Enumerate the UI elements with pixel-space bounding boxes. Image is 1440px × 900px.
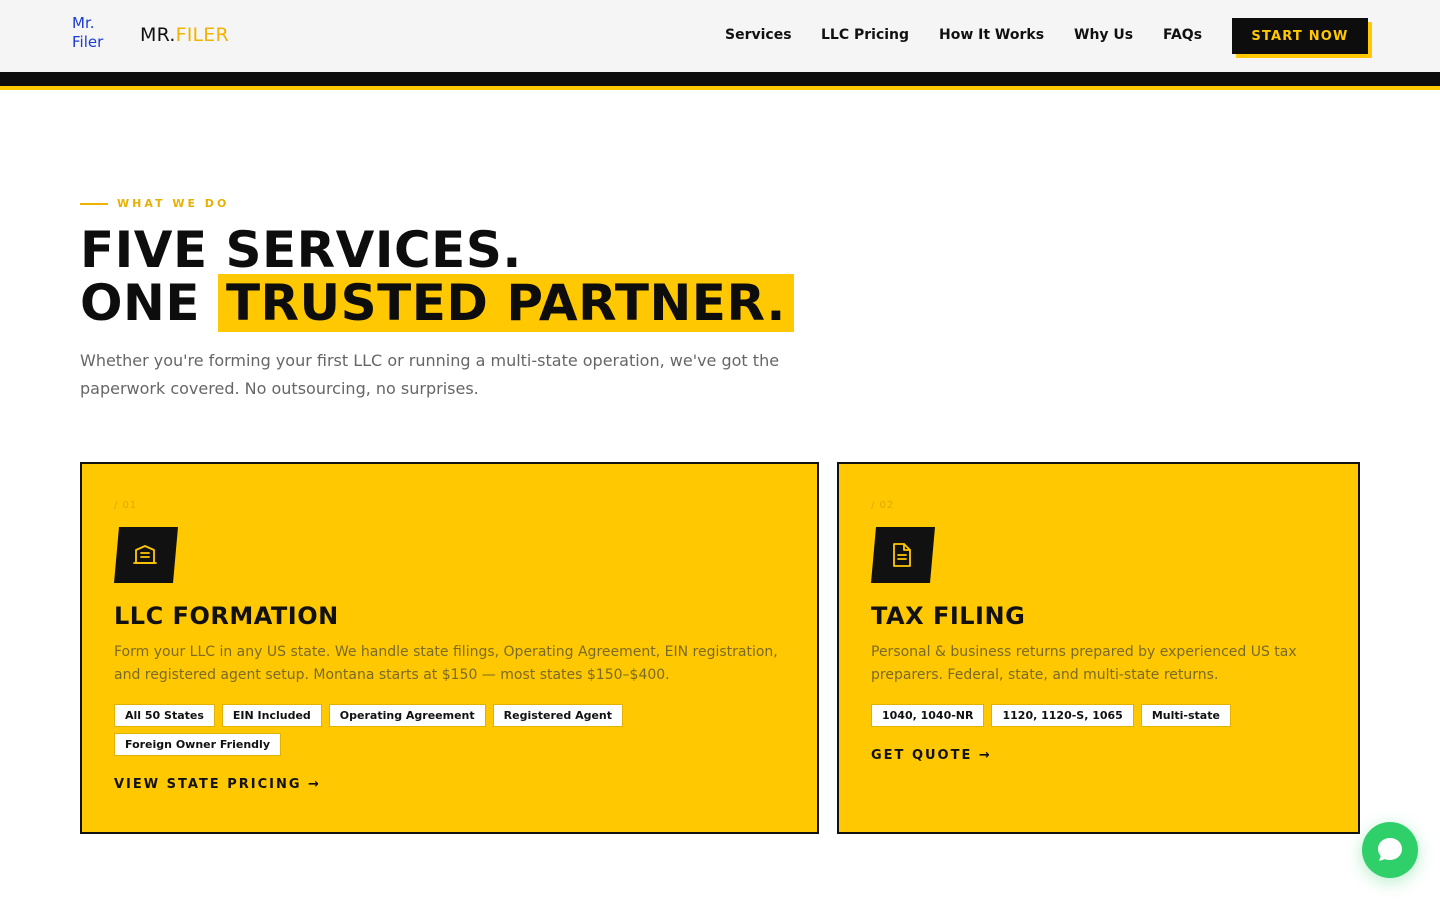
- get-quote-link[interactable]: GET QUOTE →: [871, 748, 992, 763]
- site-header: Mr. Filer MR.FILER Services LLC Pricing …: [0, 0, 1440, 72]
- headline-plain: ONE: [80, 274, 201, 332]
- logo-image[interactable]: Mr. Filer: [72, 14, 118, 52]
- card-description: Personal & business returns prepared by …: [871, 644, 1297, 683]
- document-icon: [871, 527, 935, 583]
- tag: EIN Included: [221, 704, 322, 727]
- section-eyebrow: WHAT WE DO: [80, 197, 229, 210]
- nav-how-it-works[interactable]: How It Works: [939, 27, 1044, 43]
- headline-line-1: FIVE SERVICES.: [80, 221, 522, 279]
- chat-button[interactable]: [1362, 822, 1418, 878]
- card-number: / 02: [871, 500, 895, 511]
- building-icon: [114, 527, 178, 583]
- headline-highlight: TRUSTED PARTNER.: [217, 274, 794, 332]
- section-subtext: Whether you're forming your first LLC or…: [80, 351, 780, 398]
- tag: All 50 States: [114, 704, 215, 727]
- card-description: Form your LLC in any US state. We handle…: [114, 644, 778, 683]
- nav-why-us[interactable]: Why Us: [1074, 27, 1133, 43]
- view-state-pricing-link[interactable]: VIEW STATE PRICING →: [114, 777, 321, 792]
- card-title: LLC FORMATION: [114, 602, 339, 630]
- tag: Multi-state: [1140, 704, 1231, 727]
- tag: Registered Agent: [492, 704, 624, 727]
- tag: Foreign Owner Friendly: [114, 733, 281, 756]
- section-headline: FIVE SERVICES. ONE TRUSTED PARTNER.: [80, 221, 794, 332]
- brand-name[interactable]: MR.FILER: [140, 24, 229, 46]
- start-now-wrap: START NOW: [1232, 18, 1372, 58]
- card-number: / 01: [114, 500, 138, 511]
- service-card-llc[interactable]: / 01 LLC FORMATION Form your LLC in any …: [80, 462, 819, 834]
- headline-line-2: ONE TRUSTED PARTNER.: [80, 274, 794, 332]
- tag: 1120, 1120-S, 1065: [991, 704, 1134, 727]
- eyebrow-text: WHAT WE DO: [117, 197, 230, 210]
- brand-suffix: FILER: [175, 24, 229, 46]
- service-card-tax[interactable]: / 02 TAX FILING Personal & business retu…: [837, 462, 1360, 834]
- header-black-band: [0, 72, 1440, 86]
- nav-services[interactable]: Services: [725, 27, 792, 43]
- tag: Operating Agreement: [328, 704, 486, 727]
- card-tags: 1040, 1040-NR 1120, 1120-S, 1065 Multi-s…: [871, 704, 1231, 727]
- eyebrow-line: [80, 202, 108, 205]
- nav-llc-pricing[interactable]: LLC Pricing: [821, 27, 909, 43]
- tag: 1040, 1040-NR: [871, 704, 985, 727]
- nav-faqs[interactable]: FAQs: [1163, 27, 1202, 43]
- brand-prefix: MR.: [140, 24, 176, 46]
- card-tags: All 50 States EIN Included Operating Agr…: [114, 704, 654, 756]
- start-now-button[interactable]: START NOW: [1232, 18, 1368, 54]
- card-title: TAX FILING: [871, 602, 1026, 630]
- header-yellow-band: [0, 86, 1440, 90]
- chat-bubble-icon: [1378, 838, 1402, 861]
